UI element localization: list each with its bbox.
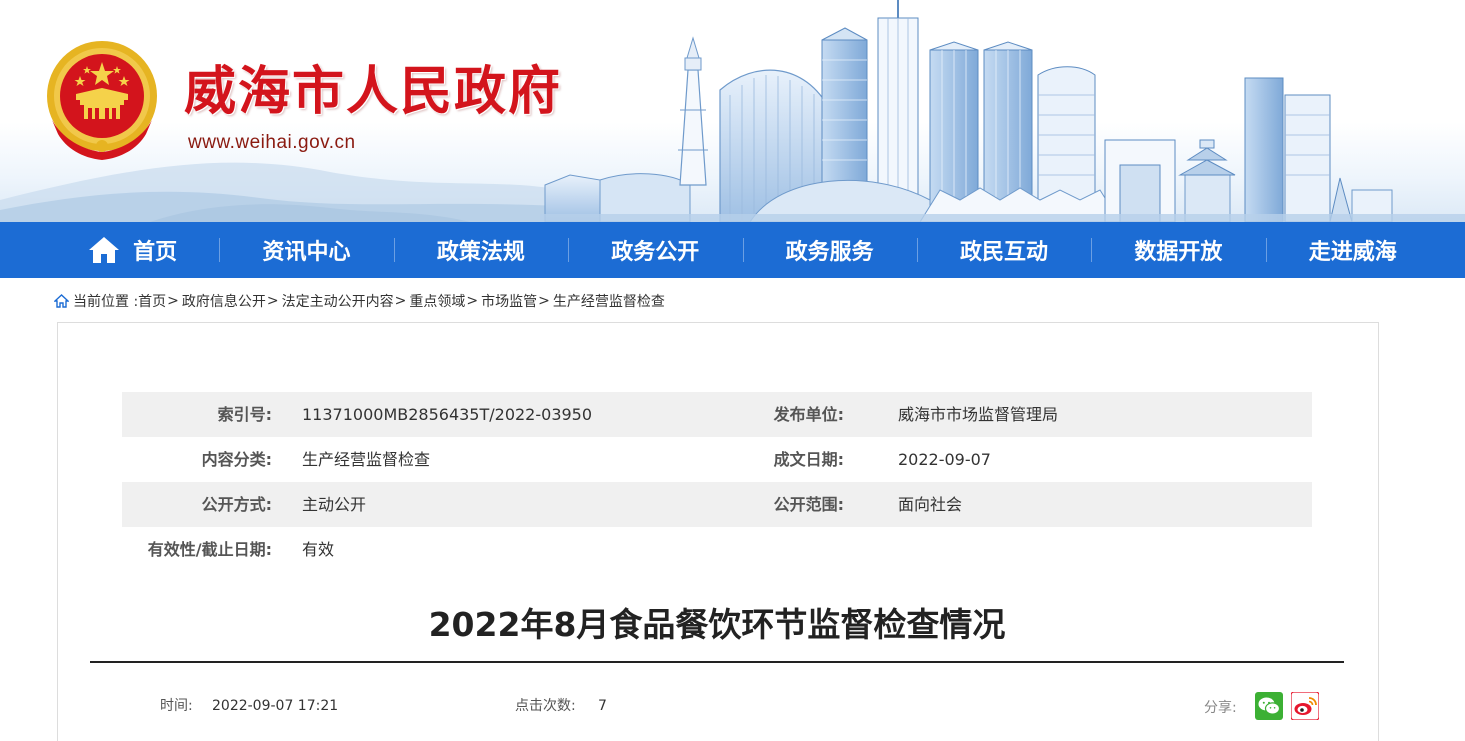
breadcrumb-link[interactable]: 市场监管 [481, 291, 537, 311]
nav-item-gov-services[interactable]: 政务服务 [742, 222, 917, 278]
national-emblem-icon [47, 41, 157, 160]
site-title[interactable]: 威海市人民政府 [184, 60, 562, 124]
nav-item-label: 资讯中心 [262, 240, 351, 265]
metadata-label: 索引号: [217, 405, 272, 424]
wechat-icon[interactable] [1255, 692, 1283, 720]
click-count-value: 7 [598, 698, 607, 714]
publish-time-label: 时间: [160, 698, 193, 714]
metadata-label: 公开范围: [773, 495, 844, 514]
breadcrumb-separator: > [167, 293, 179, 309]
nav-item-label: 政民互动 [960, 240, 1049, 265]
nav-item-about-weihai[interactable]: 走进威海 [1265, 222, 1440, 278]
metadata-value: 面向社会 [898, 495, 963, 514]
breadcrumb: 当前位置 : 首页 > 政府信息公开 > 法定主动公开内容 > 重点领域 > 市… [54, 290, 665, 312]
metadata-row: 有效性/截止日期: 有效 [122, 527, 1312, 572]
breadcrumb-link[interactable]: 生产经营监督检查 [553, 291, 665, 311]
home-icon [54, 294, 69, 308]
nav-item-label: 数据开放 [1134, 240, 1223, 265]
breadcrumb-prefix: 当前位置 : [73, 294, 139, 310]
metadata-table: 索引号: 11371000MB2856435T/2022-03950 发布单位:… [122, 392, 1312, 572]
nav-item-label: 首页 [133, 240, 178, 265]
breadcrumb-link[interactable]: 重点领域 [409, 291, 465, 311]
nav-item-news[interactable]: 资讯中心 [219, 222, 393, 278]
metadata-row: 内容分类: 生产经营监督检查 成文日期: 2022-09-07 [122, 437, 1312, 482]
weibo-icon[interactable] [1291, 692, 1319, 720]
share-label: 分享: [1204, 700, 1237, 716]
metadata-value: 生产经营监督检查 [302, 450, 431, 469]
metadata-label: 公开方式: [201, 495, 272, 514]
metadata-row: 索引号: 11371000MB2856435T/2022-03950 发布单位:… [122, 392, 1312, 437]
metadata-value: 2022-09-07 [898, 450, 991, 469]
nav-item-label: 政务公开 [611, 240, 700, 265]
metadata-label: 发布单位: [773, 405, 844, 424]
breadcrumb-link[interactable]: 首页 [138, 291, 166, 311]
nav-item-interaction[interactable]: 政民互动 [916, 222, 1091, 278]
metadata-value: 11371000MB2856435T/2022-03950 [302, 405, 593, 424]
nav-item-gov-affairs[interactable]: 政务公开 [568, 222, 742, 278]
breadcrumb-separator: > [466, 293, 479, 309]
metadata-label: 成文日期: [773, 450, 844, 469]
nav-item-label: 走进威海 [1308, 240, 1397, 265]
nav-item-open-data[interactable]: 数据开放 [1091, 222, 1265, 278]
site-url[interactable]: www.weihai.gov.cn [188, 132, 356, 154]
metadata-label: 内容分类: [201, 450, 272, 469]
article-title: 2022年8月食品餐饮环节监督检查情况 [428, 605, 1006, 644]
nav-item-home[interactable]: 首页 [45, 222, 219, 278]
metadata-row: 公开方式: 主动公开 公开范围: 面向社会 [122, 482, 1312, 527]
metadata-value: 有效 [302, 540, 335, 559]
breadcrumb-link[interactable]: 法定主动公开内容 [282, 291, 394, 311]
breadcrumb-link[interactable]: 政府信息公开 [182, 291, 266, 311]
click-count-label: 点击次数: [515, 698, 576, 714]
metadata-value: 主动公开 [302, 495, 367, 514]
publish-time-value: 2022-09-07 17:21 [212, 698, 339, 714]
breadcrumb-separator: > [394, 293, 407, 309]
site-header: 威海市人民政府 www.weihai.gov.cn [0, 0, 1465, 222]
breadcrumb-separator: > [266, 293, 279, 309]
nav-item-label: 政策法规 [436, 240, 525, 265]
metadata-value: 威海市市场监督管理局 [898, 405, 1059, 424]
home-icon [89, 237, 120, 263]
city-skyline-illustration [540, 0, 1465, 222]
main-nav: 首页 资讯中心 政策法规 政务公开 政务服务 政民互动 数据开放 走进威海 [0, 222, 1465, 278]
nav-item-policy[interactable]: 政策法规 [393, 222, 568, 278]
breadcrumb-separator: > [538, 293, 550, 309]
title-divider [90, 661, 1344, 663]
metadata-label: 有效性/截止日期: [147, 540, 272, 559]
nav-item-label: 政务服务 [785, 240, 874, 265]
